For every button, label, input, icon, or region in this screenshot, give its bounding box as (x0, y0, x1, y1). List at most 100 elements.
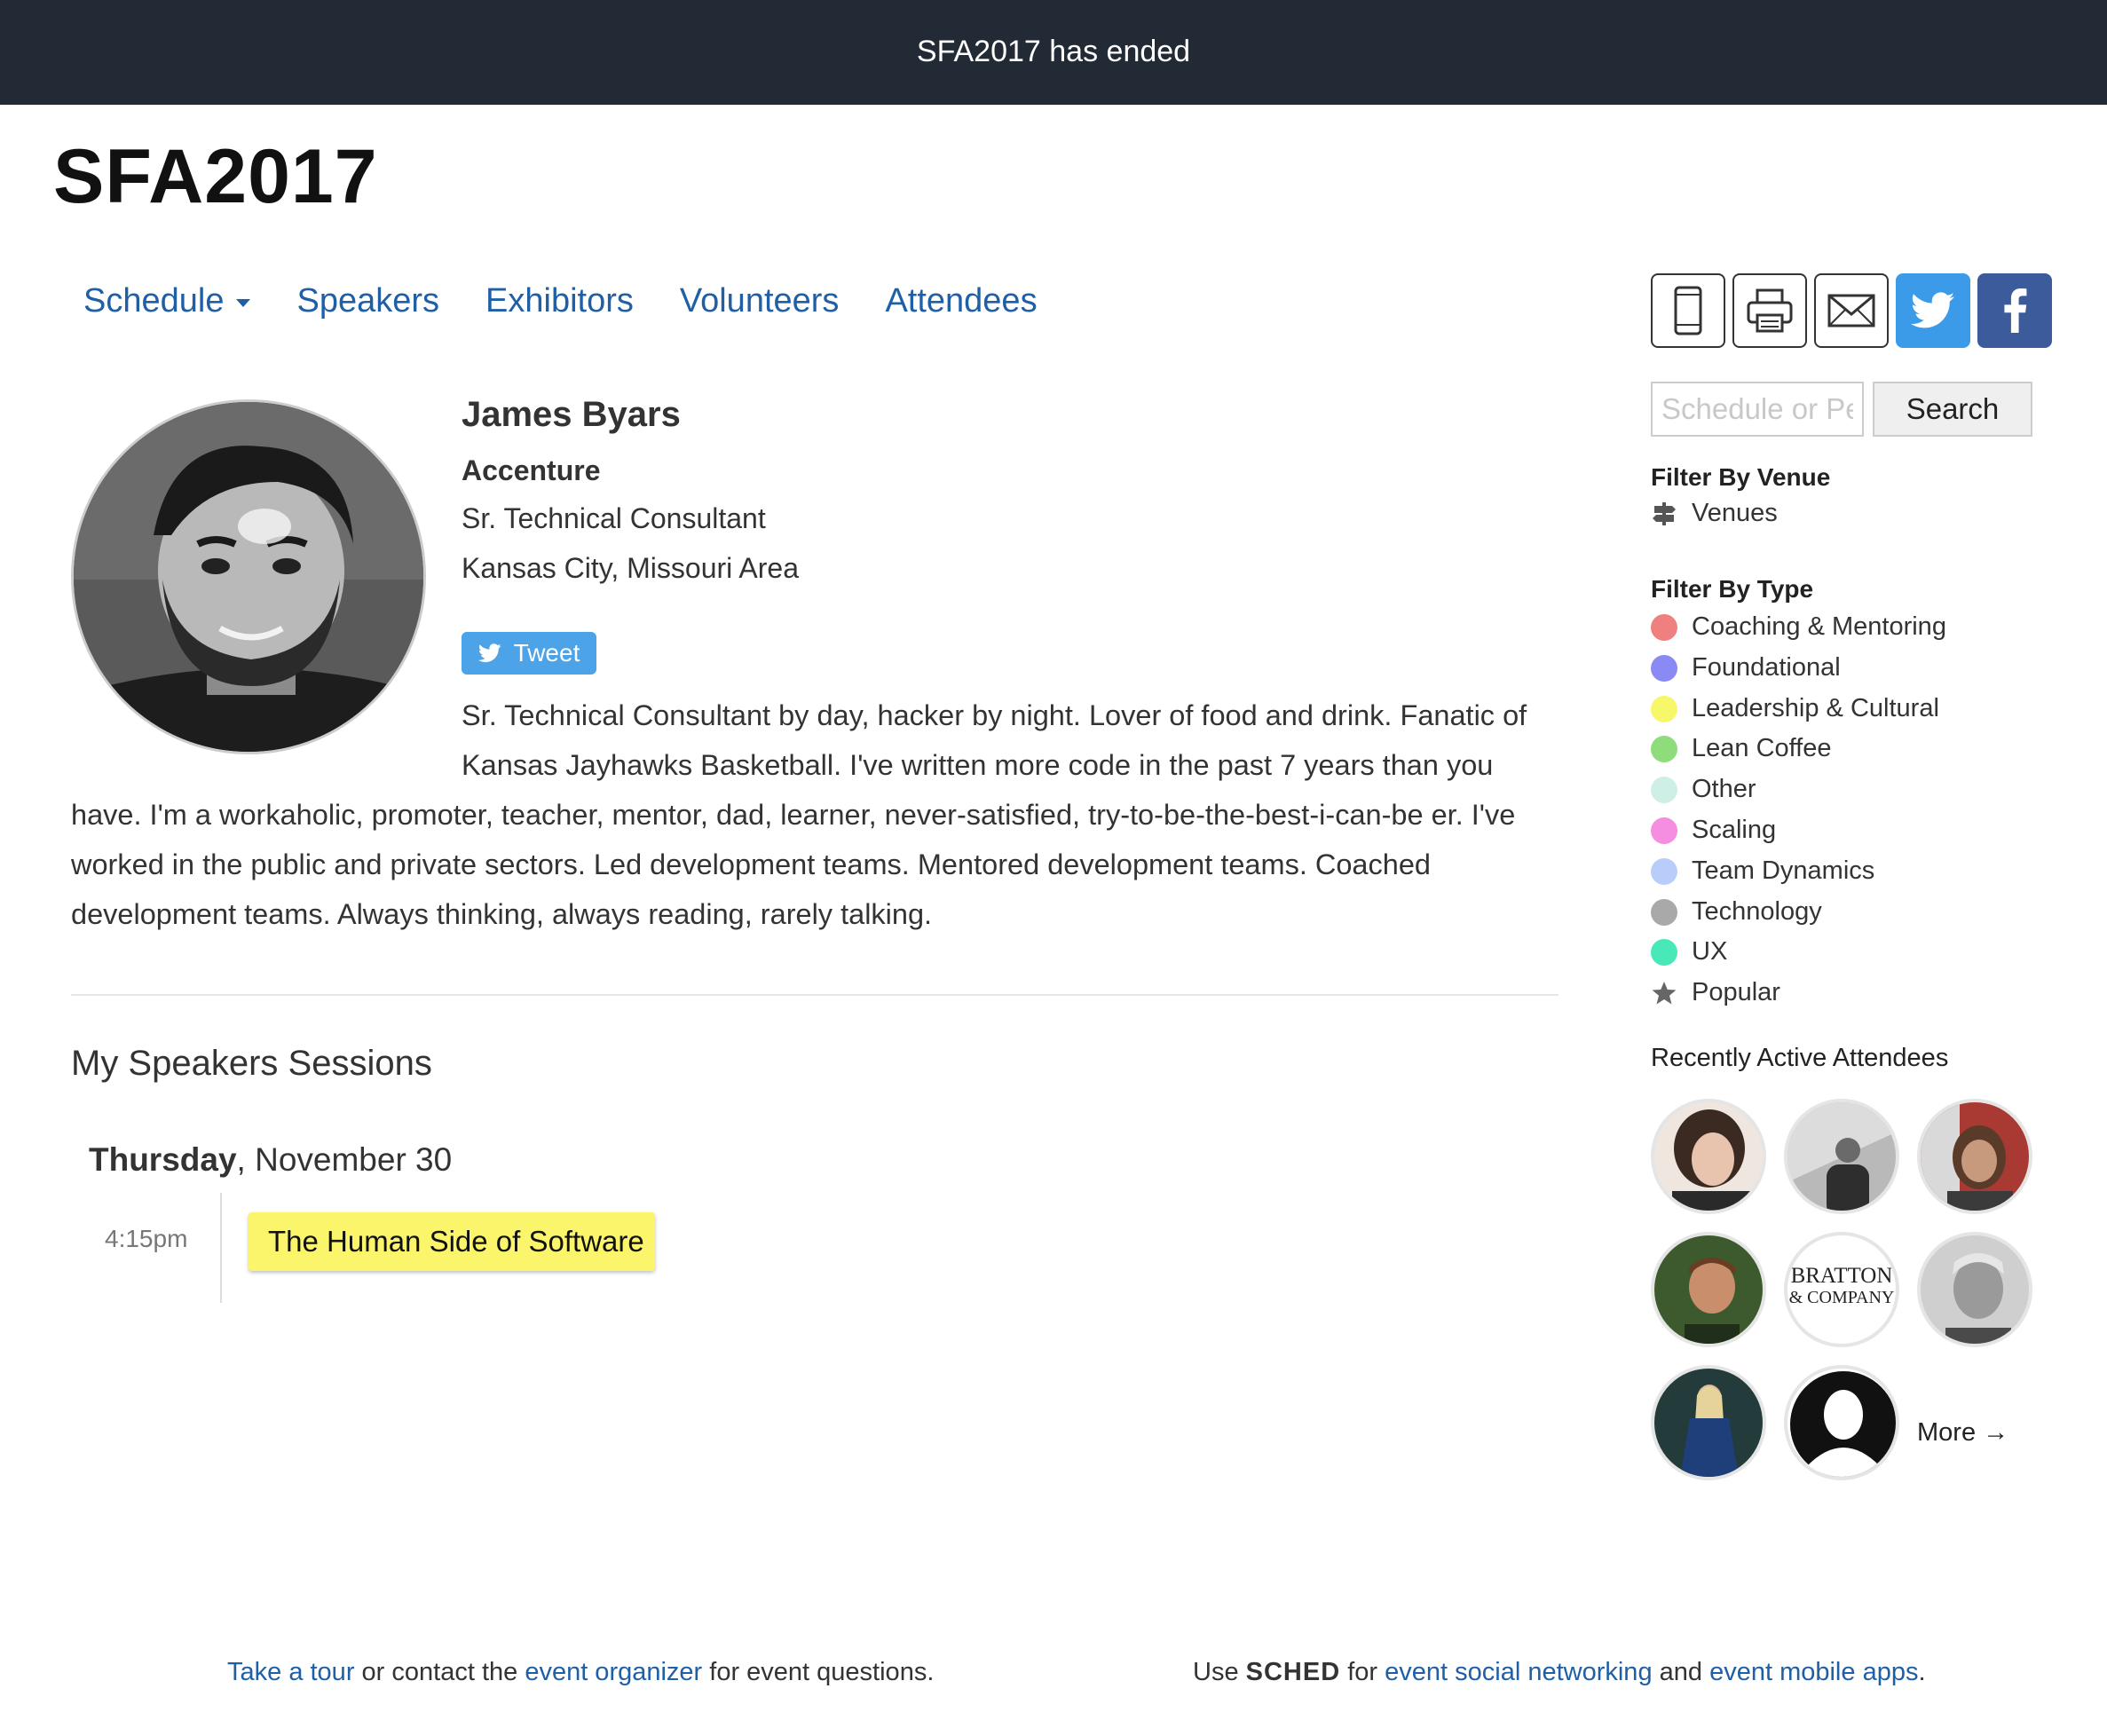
type-color-dot-icon (1651, 695, 1677, 722)
more-attendees-link[interactable]: More → (1917, 1418, 2008, 1448)
footer-contact-text: or contact the (354, 1658, 525, 1686)
footer-for-text: for (1340, 1658, 1385, 1686)
search-input[interactable] (1651, 382, 1864, 437)
sched-brand: SCHED (1245, 1658, 1341, 1686)
main-nav: Schedule Speakers Exhibitors Volunteers … (83, 282, 1084, 320)
filter-popular-link[interactable]: Popular (1651, 978, 1780, 1007)
attendee-avatar[interactable] (1651, 1099, 1766, 1214)
session-day-name: Thursday (89, 1141, 237, 1178)
filter-type-label: Other (1692, 775, 1756, 803)
speaker-name: James Byars (462, 395, 681, 434)
filter-type-item[interactable]: Foundational (1651, 653, 1841, 683)
site-title[interactable]: SFA2017 (53, 133, 378, 221)
twitter-share-button[interactable] (1896, 273, 1970, 348)
footer-left: Take a tour or contact the event organiz… (227, 1658, 934, 1687)
section-divider (71, 994, 1559, 996)
type-color-dot-icon (1651, 735, 1677, 762)
filter-venues-link[interactable]: Venues (1651, 499, 1778, 528)
search-button[interactable]: Search (1873, 382, 2032, 437)
nav-exhibitors[interactable]: Exhibitors (485, 282, 634, 320)
search-form: Search (1651, 382, 2032, 437)
type-color-dot-icon (1651, 817, 1677, 844)
attendee-avatar[interactable] (1917, 1232, 2032, 1347)
filter-venue-heading: Filter By Venue (1651, 463, 1831, 491)
nav-attendees[interactable]: Attendees (885, 282, 1037, 320)
filter-type-item[interactable]: Other (1651, 775, 1756, 804)
email-button[interactable] (1814, 273, 1889, 348)
attendee-avatar[interactable]: BRATTON & COMPANY (1784, 1232, 1899, 1347)
speaker-bio: Sr. Technical Consultant by day, hacker … (71, 690, 1562, 939)
footer-use-text: Use (1193, 1658, 1246, 1686)
filter-type-heading: Filter By Type (1651, 575, 1814, 603)
session-time: 4:15pm (105, 1225, 188, 1252)
facebook-share-button[interactable] (1977, 273, 2052, 348)
filter-type-label: Lean Coffee (1692, 734, 1832, 762)
type-color-dot-icon (1651, 857, 1677, 885)
recent-attendees-heading: Recently Active Attendees (1651, 1044, 1949, 1072)
speaker-location: Kansas City, Missouri Area (462, 552, 799, 584)
bratton-logo-line2: & COMPANY (1788, 1288, 1895, 1307)
footer-and-text: and (1652, 1658, 1710, 1686)
bratton-logo-line1: BRATTON (1790, 1264, 1893, 1288)
print-button[interactable] (1732, 273, 1807, 348)
nav-volunteers[interactable]: Volunteers (680, 282, 840, 320)
nav-speakers[interactable]: Speakers (296, 282, 439, 320)
timeline-rule (220, 1193, 222, 1303)
filter-type-item[interactable]: Lean Coffee (1651, 734, 1832, 763)
share-toolbar (1651, 273, 2052, 348)
filter-type-label: Scaling (1692, 816, 1777, 844)
speaker-position: Sr. Technical Consultant (462, 502, 766, 534)
event-organizer-link[interactable]: event organizer (525, 1658, 702, 1686)
banner-status: has ended (1049, 35, 1191, 68)
tweet-label: Tweet (513, 639, 580, 667)
type-color-dot-icon (1651, 938, 1677, 966)
twitter-bird-icon (477, 643, 501, 663)
filter-type-label: Team Dynamics (1692, 856, 1875, 885)
social-networking-link[interactable]: event social networking (1385, 1658, 1652, 1686)
mobile-apps-link[interactable]: event mobile apps (1709, 1658, 1918, 1686)
attendee-avatar[interactable] (1917, 1099, 2032, 1214)
mobile-phone-icon (1674, 286, 1702, 335)
filter-type-item[interactable]: UX (1651, 937, 1727, 967)
speaker-company: Accenture (462, 454, 601, 486)
nav-schedule-label: Schedule (83, 282, 225, 320)
attendee-avatar[interactable] (1651, 1232, 1766, 1347)
filter-type-label: Coaching & Mentoring (1692, 612, 1946, 641)
sessions-heading: My Speakers Sessions (71, 1044, 432, 1083)
take-tour-link[interactable]: Take a tour (227, 1658, 354, 1686)
filter-type-item[interactable]: Leadership & Cultural (1651, 694, 1939, 723)
mobile-app-button[interactable] (1651, 273, 1725, 348)
filter-type-item[interactable]: Technology (1651, 897, 1822, 927)
filter-type-item[interactable]: Coaching & Mentoring (1651, 612, 1946, 642)
filter-type-label: UX (1692, 937, 1728, 966)
type-color-dot-icon (1651, 613, 1677, 641)
type-color-dot-icon (1651, 898, 1677, 926)
bio-float-spacer (71, 690, 462, 781)
type-color-dot-icon (1651, 776, 1677, 803)
twitter-bird-icon (1911, 292, 1955, 328)
chevron-down-icon (236, 299, 251, 307)
filter-type-item[interactable]: Team Dynamics (1651, 856, 1874, 886)
banner-event-name: SFA2017 (916, 35, 1041, 68)
star-icon (1652, 981, 1677, 1004)
attendee-avatar-placeholder[interactable] (1784, 1365, 1899, 1480)
facebook-f-icon (2004, 288, 2027, 333)
filter-type-label: Technology (1692, 897, 1822, 926)
session-card[interactable]: The Human Side of Software (249, 1212, 655, 1271)
footer-questions-text: for event questions. (702, 1658, 935, 1686)
filter-popular-label: Popular (1692, 978, 1780, 1006)
session-day-heading: Thursday, November 30 (89, 1141, 452, 1179)
filter-type-label: Foundational (1692, 653, 1841, 682)
envelope-icon (1827, 294, 1875, 327)
signpost-icon (1653, 501, 1676, 525)
filter-type-label: Leadership & Cultural (1692, 694, 1939, 722)
type-color-dot-icon (1651, 654, 1677, 682)
footer-right: Use SCHED for event social networking an… (1193, 1658, 1926, 1687)
filter-type-item[interactable]: Scaling (1651, 816, 1776, 845)
attendee-avatar[interactable] (1784, 1099, 1899, 1214)
filter-venues-label: Venues (1692, 499, 1778, 527)
tweet-button[interactable]: Tweet (462, 632, 596, 675)
attendee-avatar[interactable] (1651, 1365, 1766, 1480)
nav-schedule[interactable]: Schedule (83, 282, 251, 320)
event-ended-banner: SFA2017 has ended (0, 0, 2107, 105)
